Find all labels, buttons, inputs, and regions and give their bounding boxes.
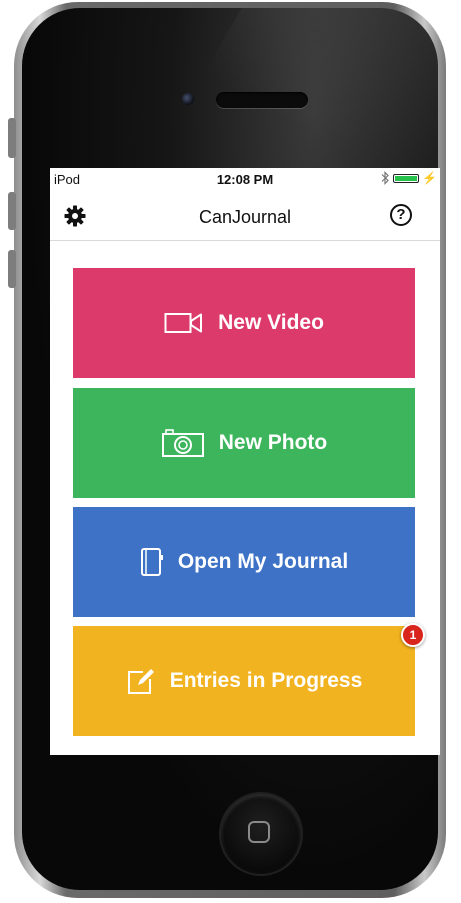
help-icon[interactable]: ? xyxy=(390,204,412,226)
new-photo-button[interactable]: New Photo xyxy=(73,388,415,498)
entries-in-progress-label: Entries in Progress xyxy=(169,669,363,692)
volume-up-button xyxy=(8,192,16,230)
video-camera-icon xyxy=(164,313,203,333)
status-bar: iPod 12:08 PM ⚡ xyxy=(50,168,440,190)
earpiece-speaker xyxy=(216,92,308,108)
new-video-button[interactable]: New Video xyxy=(73,268,415,378)
device-stage: iPod 12:08 PM ⚡ CanJournal ? New Video N… xyxy=(0,0,461,903)
volume-down-button xyxy=(8,250,16,288)
progress-count-badge: 1 xyxy=(401,623,425,647)
navigation-bar: CanJournal ? xyxy=(50,194,440,241)
home-square-icon xyxy=(248,821,270,843)
app-title: CanJournal xyxy=(198,207,292,227)
battery-level xyxy=(395,176,417,181)
open-journal-label: Open My Journal xyxy=(177,550,349,573)
new-photo-label: New Photo xyxy=(218,431,328,454)
open-journal-button[interactable]: Open My Journal xyxy=(73,507,415,617)
camera-icon xyxy=(161,429,204,457)
entries-in-progress-button[interactable]: Entries in Progress xyxy=(73,626,415,736)
journal-icon xyxy=(140,548,163,576)
mute-switch xyxy=(8,118,16,158)
edit-icon xyxy=(127,669,154,694)
new-video-label: New Video xyxy=(218,311,324,334)
home-button[interactable] xyxy=(221,794,301,874)
app-screen: iPod 12:08 PM ⚡ CanJournal ? New Video N… xyxy=(50,168,440,755)
battery-icon xyxy=(393,174,419,183)
charging-icon: ⚡ xyxy=(422,171,437,185)
front-camera xyxy=(182,93,194,105)
bluetooth-icon xyxy=(381,171,389,185)
